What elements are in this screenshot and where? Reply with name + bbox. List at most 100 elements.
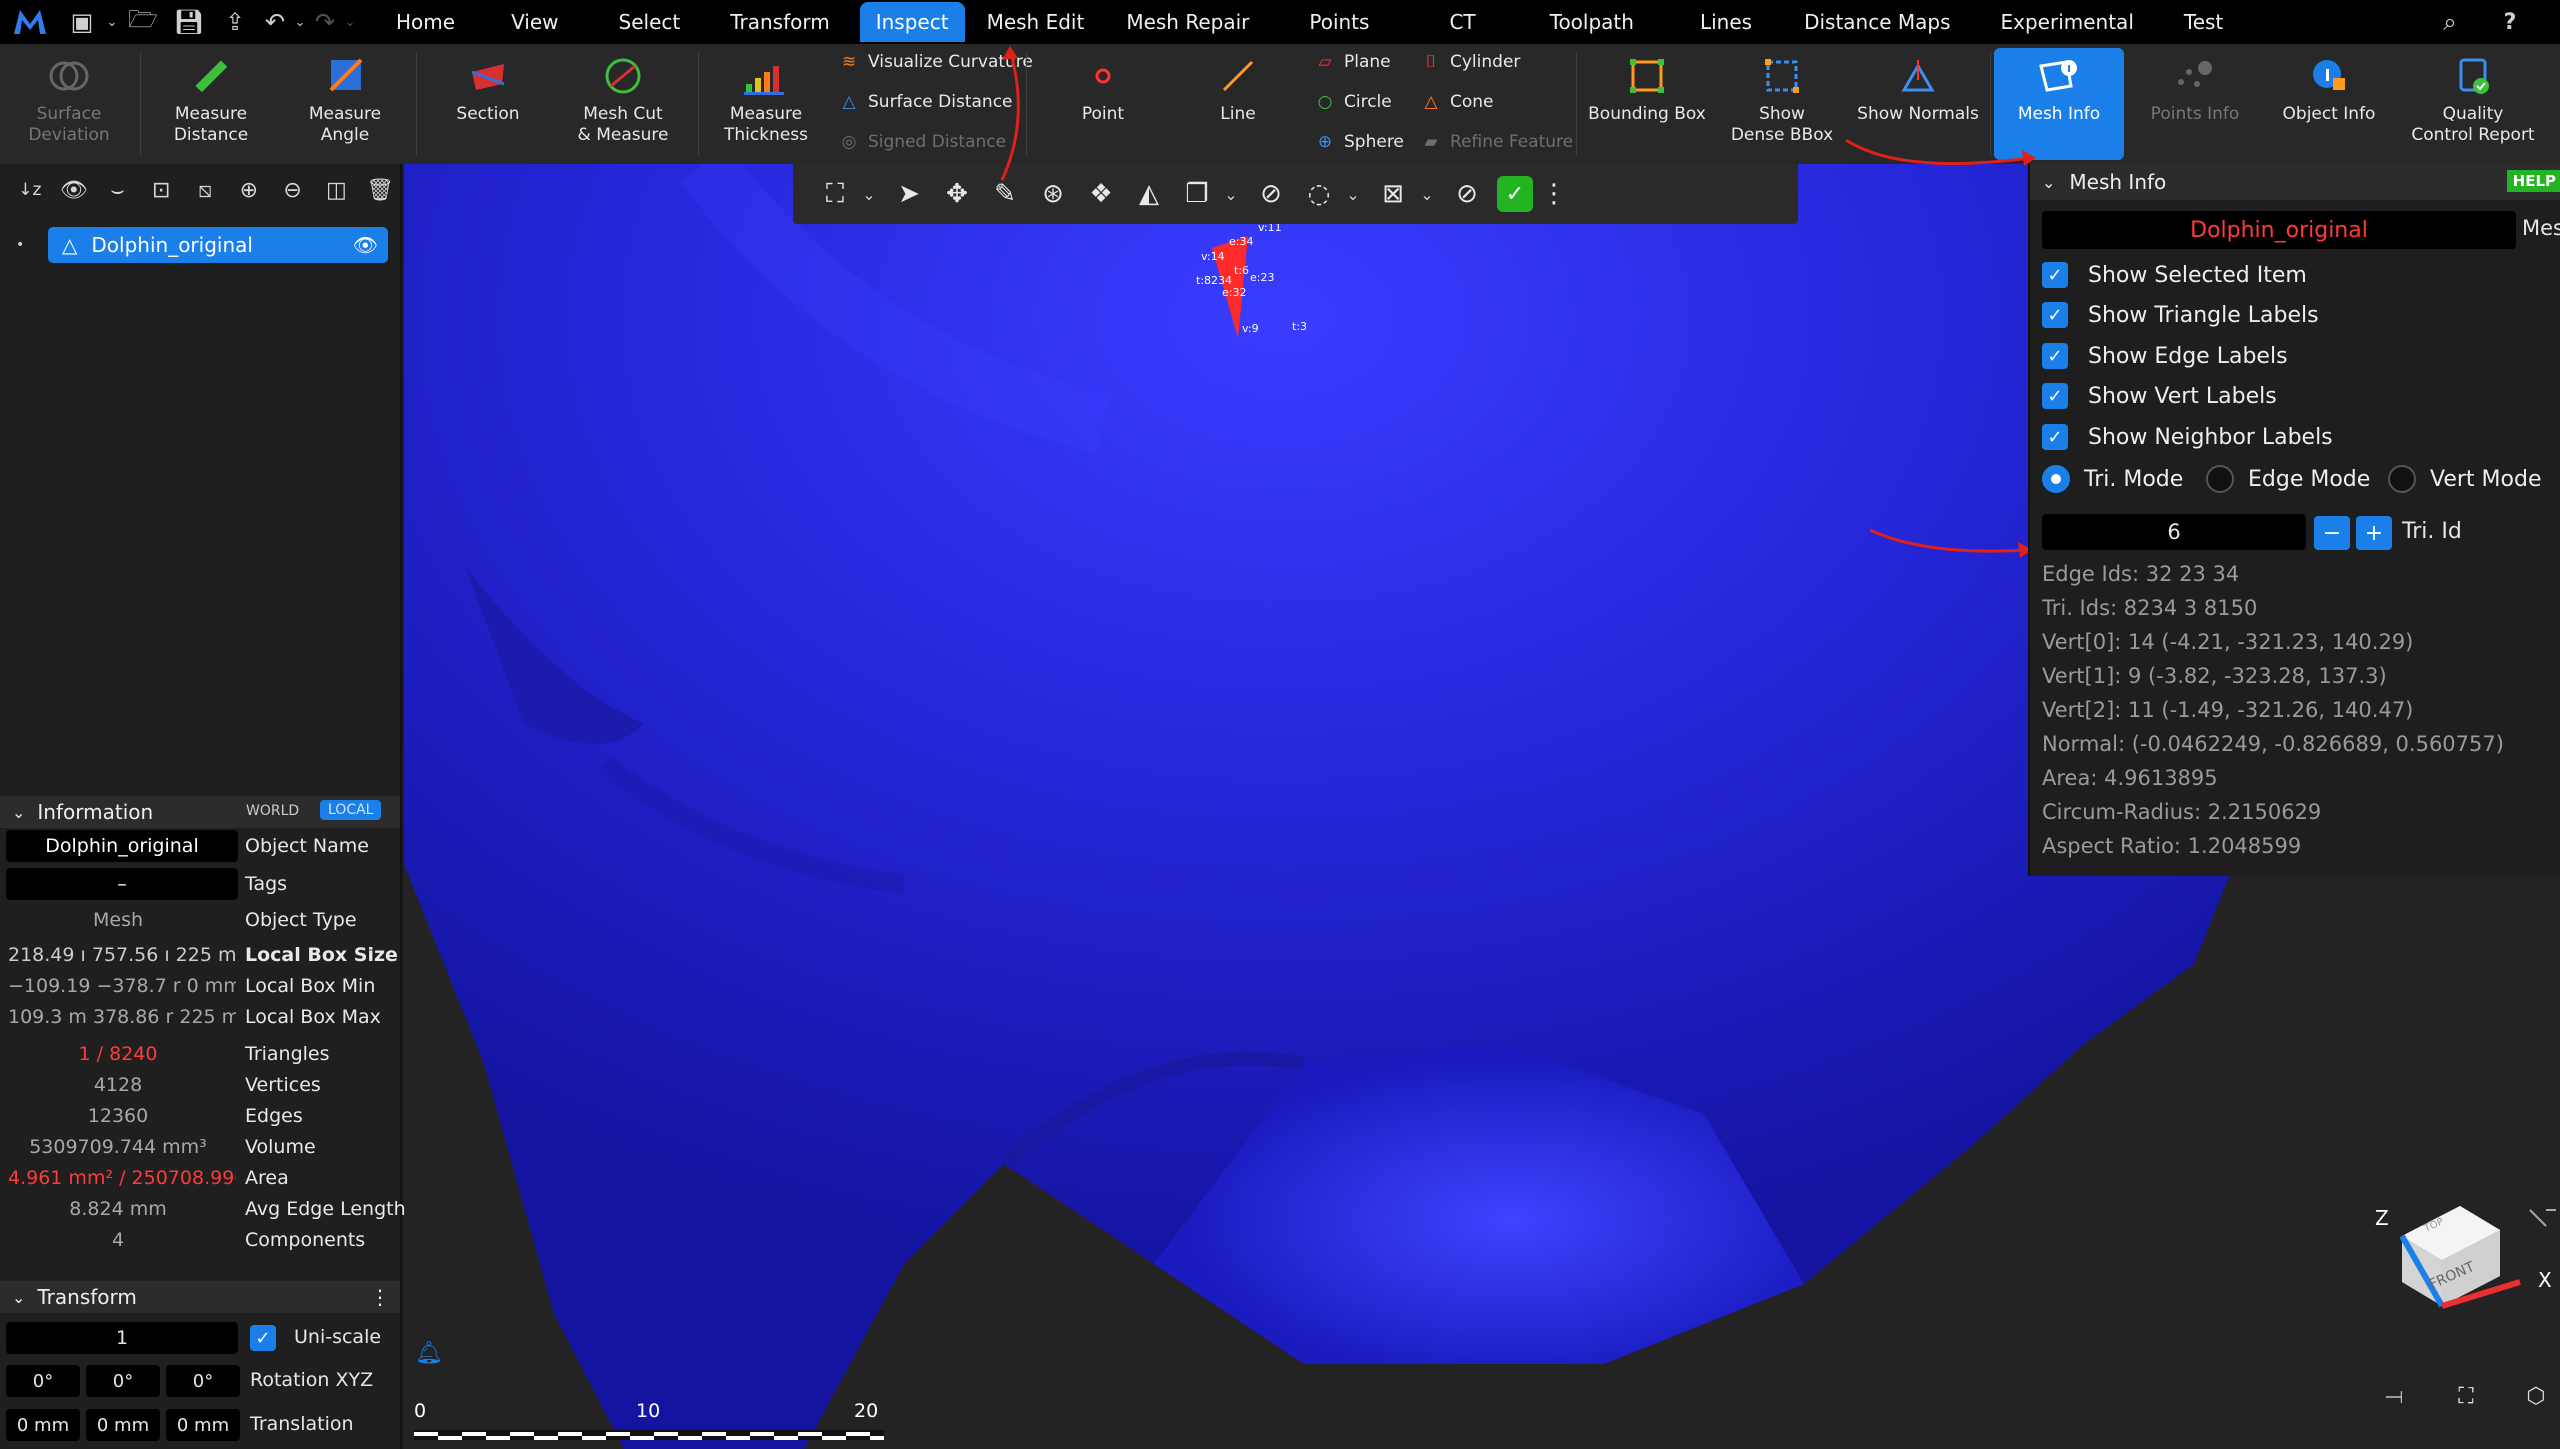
object-info-button[interactable]: Object Info: [2266, 48, 2392, 160]
increment-button[interactable]: +: [2356, 516, 2392, 550]
edge-mode-radio[interactable]: Edge Mode: [2206, 461, 2370, 497]
hide-icon[interactable]: ⊘: [1247, 172, 1295, 216]
chevron-down-icon[interactable]: ⌄: [1343, 185, 1363, 204]
tab-transform[interactable]: Transform: [700, 2, 859, 42]
move-down-icon[interactable]: ⊖: [271, 178, 315, 203]
translation-z-field[interactable]: 0 mm: [166, 1409, 240, 1441]
rotation-x-field[interactable]: 0°: [6, 1365, 80, 1397]
bounding-box-button[interactable]: Bounding Box: [1584, 48, 1710, 160]
line-button[interactable]: Line: [1176, 48, 1300, 160]
redo-icon[interactable]: ↷: [308, 2, 342, 42]
point-button[interactable]: Point: [1040, 48, 1166, 160]
measure-angle-button[interactable]: Measure Angle: [282, 48, 408, 160]
view-cube-icon[interactable]: ⬡: [2516, 1384, 2556, 1414]
chevron-down-icon[interactable]: ⌄: [292, 2, 308, 42]
tab-home[interactable]: Home: [380, 2, 471, 42]
tri-id-input[interactable]: 6: [2042, 514, 2306, 550]
mesh-cut-button[interactable]: Mesh Cut & Measure: [556, 48, 690, 160]
open-folder-icon[interactable]: 🗁: [120, 2, 166, 42]
sort-icon[interactable]: ↓z: [8, 180, 52, 200]
tab-lines[interactable]: Lines: [1668, 2, 1784, 42]
tri-mode-radio[interactable]: Tri. Mode: [2042, 461, 2183, 497]
scene-tree-item[interactable]: △ Dolphin_original 👁︎: [48, 227, 388, 263]
chevron-down-icon[interactable]: ⌄: [1221, 185, 1241, 204]
information-section-header[interactable]: ⌄ Information WORLD LOCAL: [0, 796, 400, 828]
surface-deviation-button[interactable]: Surface Deviation: [6, 48, 132, 160]
translation-x-field[interactable]: 0 mm: [6, 1409, 80, 1441]
chevron-down-icon[interactable]: ⌄: [342, 2, 358, 42]
confirm-icon[interactable]: ✓: [1491, 172, 1539, 216]
quality-control-button[interactable]: Quality Control Report: [2398, 48, 2548, 160]
show-dense-bbox-button[interactable]: Show Dense BBox: [1718, 48, 1846, 160]
new-file-icon[interactable]: ▣: [60, 2, 104, 42]
copy-icon[interactable]: ❐: [1173, 172, 1221, 216]
signed-distance-button[interactable]: ◎ Signed Distance: [838, 124, 1007, 160]
chevron-down-icon[interactable]: ⌄: [104, 2, 120, 42]
export-icon[interactable]: ⇪: [212, 2, 258, 42]
translation-y-field[interactable]: 0 mm: [86, 1409, 160, 1441]
mesh-view-icon[interactable]: ❖: [1077, 172, 1125, 216]
tab-test[interactable]: Test: [2164, 2, 2243, 42]
eye-icon[interactable]: 👁︎: [52, 178, 96, 203]
more-icon[interactable]: ⋮: [370, 1285, 390, 1309]
chevron-down-icon[interactable]: ⌄: [859, 185, 879, 204]
tab-experimental[interactable]: Experimental: [1971, 2, 2164, 42]
transform-section-header[interactable]: ⌄ Transform ⋮: [0, 1281, 400, 1313]
tab-view[interactable]: View: [471, 2, 598, 42]
points-info-button[interactable]: Points Info: [2132, 48, 2258, 160]
select-pointer-icon[interactable]: ➤: [885, 172, 933, 216]
refine-feature-button[interactable]: ▰ Refine Feature: [1420, 124, 1573, 160]
visibility-icon[interactable]: 👁︎: [353, 233, 378, 257]
local-toggle[interactable]: LOCAL: [320, 800, 382, 820]
cylinder-button[interactable]: ⌷ Cylinder: [1420, 44, 1521, 80]
undo-icon[interactable]: ↶: [258, 2, 292, 42]
plane-button[interactable]: ▱ Plane: [1314, 44, 1390, 80]
more-icon[interactable]: ⋮: [1539, 172, 1569, 216]
surface-distance-button[interactable]: △ Surface Distance: [838, 84, 1012, 120]
tags-field[interactable]: –: [6, 868, 238, 900]
mesh-info-header[interactable]: ⌄ Mesh Info HELP: [2030, 164, 2560, 200]
move-up-icon[interactable]: ⊕: [227, 178, 271, 203]
deselect-icon[interactable]: ⧅: [183, 178, 227, 203]
sphere-button[interactable]: ⊕ Sphere: [1314, 124, 1404, 160]
rotation-z-field[interactable]: 0°: [166, 1365, 240, 1397]
object-name-field[interactable]: Dolphin_original: [2042, 211, 2516, 249]
lasso-icon[interactable]: ◌: [1295, 172, 1343, 216]
duplicate-icon[interactable]: ◫: [314, 178, 358, 203]
chevron-down-icon[interactable]: ⌄: [1417, 185, 1437, 204]
tab-mesh-repair[interactable]: Mesh Repair: [1106, 2, 1269, 42]
tab-points[interactable]: Points: [1269, 2, 1409, 42]
world-toggle[interactable]: WORLD: [240, 801, 305, 821]
object-name-field[interactable]: Dolphin_original: [6, 830, 238, 862]
ruler-tool-icon[interactable]: ⟞: [2374, 1384, 2414, 1414]
show-vert-labels-checkbox[interactable]: ✓ Show Vert Labels: [2042, 378, 2277, 414]
measure-distance-button[interactable]: Measure Distance: [146, 48, 276, 160]
shapes-icon[interactable]: ◭: [1125, 172, 1173, 216]
show-selected-item-checkbox[interactable]: ✓ Show Selected Item: [2042, 257, 2307, 293]
show-edge-labels-checkbox[interactable]: ✓ Show Edge Labels: [2042, 338, 2288, 374]
cone-button[interactable]: △ Cone: [1420, 84, 1493, 120]
fit-view-icon[interactable]: ⛶: [811, 172, 859, 216]
app-logo-icon[interactable]: [0, 2, 60, 42]
vert-mode-radio[interactable]: Vert Mode: [2388, 461, 2541, 497]
search-icon[interactable]: ⌕: [2430, 2, 2470, 42]
rotation-y-field[interactable]: 0°: [86, 1365, 160, 1397]
box-select-icon[interactable]: ⊠: [1369, 172, 1417, 216]
save-icon[interactable]: 💾︎: [166, 2, 212, 42]
tab-distance-maps[interactable]: Distance Maps: [1784, 2, 1970, 42]
notification-bell-icon[interactable]: 🔔︎: [414, 1338, 444, 1368]
circle-button[interactable]: ○ Circle: [1314, 84, 1392, 120]
tab-inspect[interactable]: Inspect: [859, 2, 965, 42]
uniscale-checkbox[interactable]: ✓: [250, 1325, 276, 1351]
show-triangle-labels-checkbox[interactable]: ✓ Show Triangle Labels: [2042, 297, 2319, 333]
measure-thickness-button[interactable]: Measure Thickness: [704, 48, 828, 160]
tab-select[interactable]: Select: [599, 2, 701, 42]
tab-ct[interactable]: CT: [1409, 2, 1515, 42]
tab-mesh-edit[interactable]: Mesh Edit: [965, 2, 1107, 42]
help-button[interactable]: HELP: [2506, 170, 2560, 192]
help-icon[interactable]: ?: [2490, 2, 2530, 42]
scale-field[interactable]: 1: [6, 1322, 238, 1354]
section-button[interactable]: Section: [426, 48, 550, 160]
move-icon[interactable]: ✥: [933, 172, 981, 216]
clear-selection-icon[interactable]: ⊘: [1443, 172, 1491, 216]
